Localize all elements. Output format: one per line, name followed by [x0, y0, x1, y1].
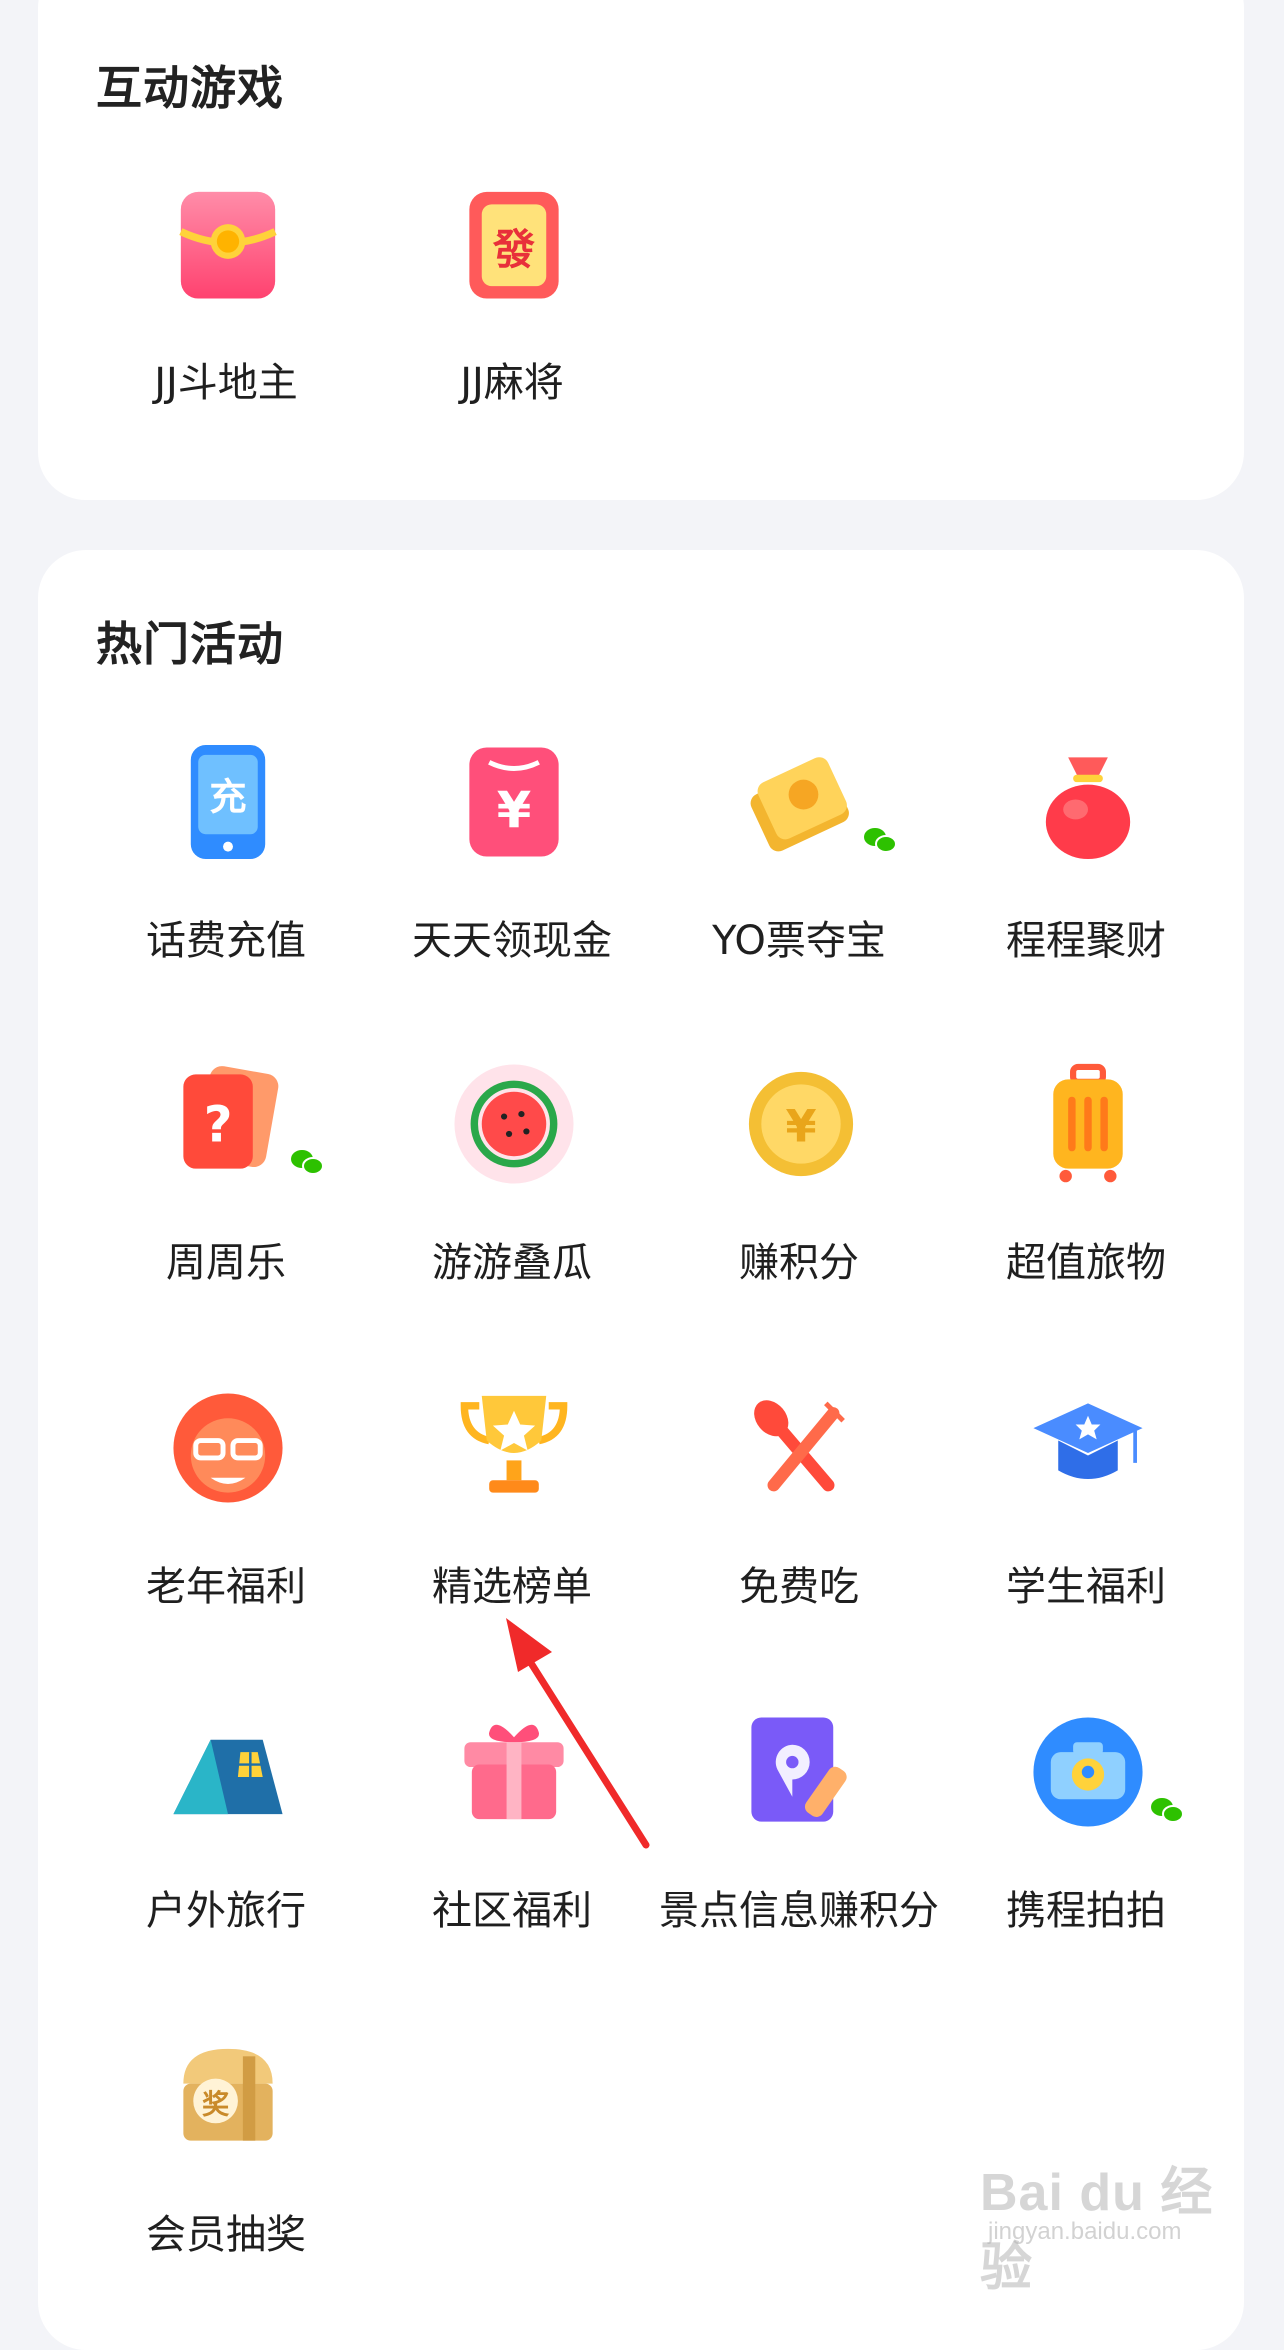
watermark-url-text: jingyan.baidu.com	[988, 2218, 1182, 2245]
annotation-arrow	[506, 1618, 650, 1849]
baidu-watermark: Bai du 经验 jingyan.baidu.com	[980, 2150, 1240, 2297]
